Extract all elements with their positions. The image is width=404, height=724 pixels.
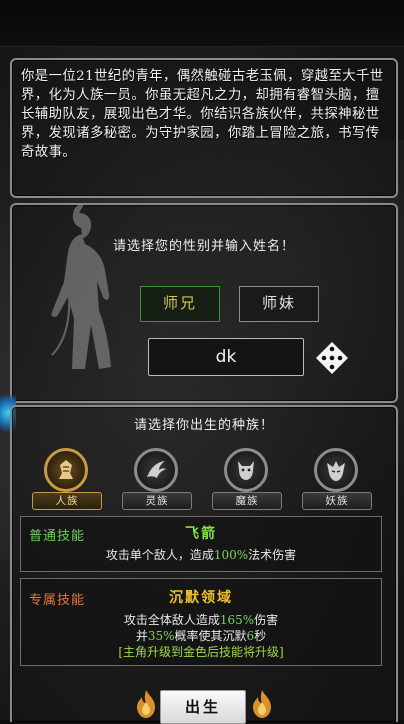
- special-skill-desc-2: 并35%概率使其沉默6秒: [135, 629, 267, 643]
- female-option-button[interactable]: 师妹: [239, 286, 319, 322]
- name-input[interactable]: [148, 338, 304, 376]
- race-ring: [44, 448, 88, 492]
- race-label: 妖族: [302, 492, 372, 510]
- special-skill-name: 沉默领域: [169, 590, 233, 606]
- special-skill-upgrade-note: [主角升级到金色后技能将升级]: [118, 645, 284, 659]
- gender-prompt: 请选择您的性别并输入姓名！: [112, 239, 295, 254]
- race-label: 灵族: [122, 492, 192, 510]
- race-prompt: 请选择你出生的种族！: [133, 418, 274, 433]
- race-ring: [314, 448, 358, 492]
- gender-name-panel: 请选择您的性别并输入姓名！ 师兄 师妹: [10, 203, 398, 403]
- race-ring: [134, 448, 178, 492]
- race-panel: 请选择你出生的种族！ 人族 灵族 魔族 妖族 普通技能 飞箭 攻击单个敌人，造成…: [10, 405, 398, 722]
- born-button[interactable]: 出生: [160, 690, 246, 724]
- yao-clan-icon: [327, 461, 345, 481]
- human-clan-icon: [59, 460, 73, 479]
- story-panel: 你是一位21世纪的青年，偶然触碰古老玉佩，穿越至大千世界，化为人族一员。你虽无超…: [10, 58, 398, 198]
- race-option-spirit[interactable]: 灵族: [122, 448, 192, 514]
- race-option-human[interactable]: 人族: [32, 448, 102, 514]
- race-ring: [224, 448, 268, 492]
- normal-skill-desc: 攻击单个敌人，造成100%法术伤害: [105, 548, 297, 562]
- spirit-clan-icon: [147, 461, 166, 478]
- race-label: 魔族: [212, 492, 282, 510]
- normal-skill-box: 普通技能 飞箭 攻击单个敌人，造成100%法术伤害: [20, 516, 382, 572]
- random-dice-icon[interactable]: [315, 341, 349, 375]
- story-text: 你是一位21世纪的青年，偶然触碰古老玉佩，穿越至大千世界，化为人族一员。你虽无超…: [21, 69, 384, 160]
- male-option-button[interactable]: 师兄: [140, 286, 220, 322]
- demon-clan-icon: [238, 461, 254, 480]
- flame-ornament-icon: [137, 690, 155, 718]
- special-skill-desc-1: 攻击全体敌人造成165%伤害: [123, 613, 279, 627]
- special-skill-box: 专属技能 沉默领域 攻击全体敌人造成165%伤害 并35%概率使其沉默6秒 [主…: [20, 578, 382, 666]
- normal-skill-name: 飞箭: [185, 526, 217, 542]
- flame-ornament-icon: [253, 690, 271, 718]
- race-option-yao[interactable]: 妖族: [302, 448, 372, 514]
- top-bar: [0, 0, 404, 47]
- race-option-demon[interactable]: 魔族: [212, 448, 282, 514]
- race-label: 人族: [32, 492, 102, 510]
